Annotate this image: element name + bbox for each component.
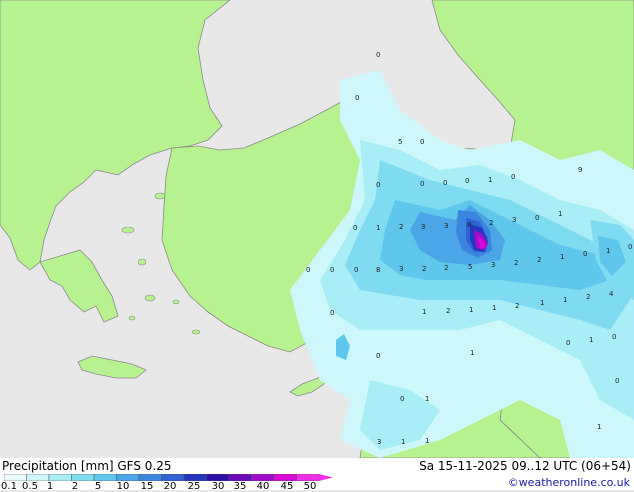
scale-swatch [228, 474, 252, 481]
precip-value: 1 [606, 247, 610, 255]
scale-tick-label: 5 [94, 481, 102, 492]
precip-value: 0 [355, 94, 359, 102]
scale-swatch [26, 474, 50, 481]
precip-value: 1 [376, 224, 380, 232]
precip-value: 1 [560, 253, 564, 261]
precip-value: 2 [586, 293, 590, 301]
scale-swatch [4, 474, 27, 481]
precip-value: 2 [537, 256, 541, 264]
precip-value: 1 [401, 438, 405, 446]
precip-value: 0 [376, 352, 380, 360]
precip-value: 8 [376, 266, 380, 274]
scale-swatch [251, 474, 275, 481]
precip-value: 2 [444, 264, 448, 272]
scale-tick-label: 50 [303, 481, 317, 492]
precip-value: 4 [609, 290, 614, 298]
precip-value: 1 [492, 304, 496, 312]
precip-value: 1 [563, 296, 567, 304]
scale-swatch [161, 474, 185, 481]
precip-value: 3 [421, 223, 425, 231]
scale-tick-label: 15 [140, 481, 154, 492]
precip-value: 2 [515, 302, 519, 310]
precip-value: 1 [488, 176, 492, 184]
map-title: Precipitation [mm] GFS 0.25 [2, 459, 172, 473]
precip-value: 0 [353, 224, 357, 232]
map-canvas: 0 0 5 0 0 0 0 0 1 0 9 0 1 2 3 3 8 2 3 0 1 0 0 0 8 3 2 2 5 3 2 2 1 0 1 0 0 1 2 1… [0, 0, 634, 459]
precip-value: 0 [376, 181, 380, 189]
precip-value: 0 [612, 333, 616, 341]
precip-value: 1 [470, 349, 474, 357]
legend-bar: Precipitation [mm] GFS 0.25 Sa 15-11-202… [0, 458, 634, 492]
scale-tick-label: 0.5 [22, 481, 38, 492]
precip-value: 2 [489, 219, 493, 227]
precip-value: 0 [465, 177, 469, 185]
precip-value: 2 [446, 307, 450, 315]
precip-value: 0 [330, 266, 334, 274]
scale-tick-label: 45 [280, 481, 294, 492]
scale-tick-label: 35 [233, 481, 247, 492]
scale-tick-label: 1 [46, 481, 54, 492]
scale-swatch [71, 474, 95, 481]
scale-swatch [48, 474, 72, 481]
scale-tick-label: 20 [163, 481, 177, 492]
precip-value: 0 [420, 138, 424, 146]
precip-value: 0 [354, 266, 358, 274]
precip-value: 2 [399, 223, 403, 231]
precip-value: 0 [306, 266, 310, 274]
scale-swatch [273, 474, 297, 481]
precip-value: 3 [491, 261, 495, 269]
precip-value: 1 [422, 308, 426, 316]
precip-value: 0 [583, 250, 587, 258]
precip-value: 0 [535, 214, 539, 222]
precip-value: 0 [628, 243, 632, 251]
precip-value: 3 [399, 265, 403, 273]
scale-swatch [206, 474, 230, 481]
precip-value: 1 [425, 395, 429, 403]
precip-value: 0 [443, 179, 447, 187]
precip-value: 1 [540, 299, 544, 307]
scale-swatch [93, 474, 117, 481]
precip-value: 0 [330, 309, 334, 317]
precip-value: 0 [400, 395, 404, 403]
scale-swatch [116, 474, 140, 481]
precip-value: 3 [512, 216, 516, 224]
precip-value: 1 [589, 336, 593, 344]
precip-value: 8 [467, 221, 471, 229]
precip-value: 9 [578, 166, 582, 174]
precip-value: 0 [511, 173, 515, 181]
precip-value: 1 [469, 306, 473, 314]
precip-value: 2 [514, 259, 518, 267]
precip-value: 1 [558, 210, 562, 218]
scale-tick-label: 0.1 [1, 481, 17, 492]
precip-value: 0 [420, 180, 424, 188]
scale-tick-label: 10 [116, 481, 130, 492]
precip-value: 0 [566, 339, 570, 347]
precip-value: 0 [376, 51, 380, 59]
scale-tick-label: 30 [211, 481, 225, 492]
precip-value: 1 [597, 423, 601, 431]
scale-swatch [296, 474, 320, 481]
scale-tick-label: 25 [187, 481, 201, 492]
precip-value: 2 [422, 265, 426, 273]
scale-tick-label: 40 [256, 481, 270, 492]
scale-swatch [138, 474, 162, 481]
credit-link[interactable]: ©weatheronline.co.uk [508, 476, 630, 489]
scale-tick-label: 2 [71, 481, 79, 492]
precip-value: 0 [615, 377, 619, 385]
scale-swatch [183, 474, 207, 481]
precipitation-map[interactable]: 0 0 5 0 0 0 0 0 1 0 9 0 1 2 3 3 8 2 3 0 1 0 0 0 8 3 2 2 5 3 2 2 1 0 1 0 0 1 2 1… [0, 0, 634, 459]
precip-value: 1 [425, 437, 429, 445]
forecast-datetime: Sa 15-11-2025 09..12 UTC (06+54) [419, 459, 631, 473]
color-scale [4, 474, 333, 481]
precip-value: 5 [398, 138, 402, 146]
precip-value: 3 [377, 438, 381, 446]
precip-value: 3 [444, 222, 448, 230]
scale-arrow [319, 474, 333, 481]
precip-value: 5 [468, 263, 472, 271]
